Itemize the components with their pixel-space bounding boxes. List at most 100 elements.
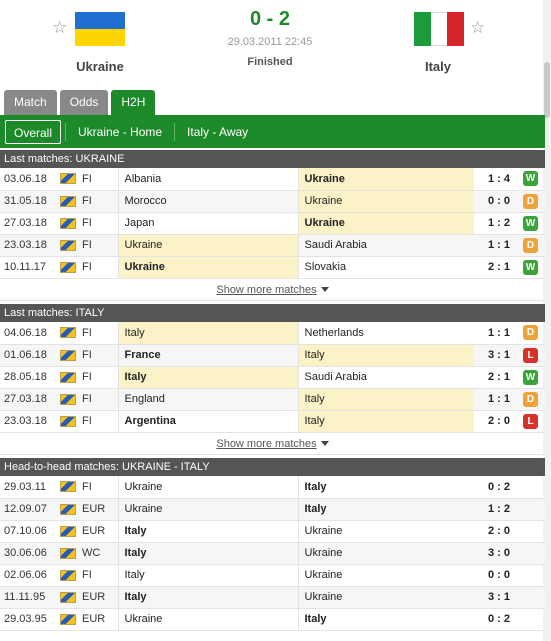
subtab-overall[interactable]: Overall xyxy=(5,119,62,144)
match-result-score: 2 : 1 xyxy=(474,366,516,389)
competition-code: FI xyxy=(82,190,118,213)
match-row[interactable]: 31.05.18 FI Morocco Ukraine 0 : 0 D xyxy=(0,190,545,213)
match-date: 27.03.18 xyxy=(0,388,60,411)
competition-flag-icon xyxy=(60,476,82,499)
result-badge: D xyxy=(523,237,538,253)
competition-code: FI xyxy=(82,388,118,411)
away-team-name[interactable]: Italy xyxy=(388,59,488,74)
home-team: Albania xyxy=(117,168,298,191)
competition-flag-icon xyxy=(60,410,82,433)
match-date: 29.03.11 xyxy=(0,476,60,499)
result-badge: D xyxy=(516,388,545,411)
result-badge: D xyxy=(516,234,545,257)
match-date: 23.03.18 xyxy=(0,410,60,433)
tab-match[interactable]: Match xyxy=(4,90,57,115)
show-more-matches-link[interactable]: Show more matches xyxy=(0,279,545,301)
home-team: Italy xyxy=(117,366,298,389)
competition-code: EUR xyxy=(82,520,118,543)
competition-code: EUR xyxy=(82,608,118,631)
match-row[interactable]: 07.10.06 EUR Italy Ukraine 2 : 0 xyxy=(0,520,545,543)
match-date: 02.06.06 xyxy=(0,564,60,587)
matches-table: 29.03.11 FI Ukraine Italy 0 : 2 12.09.07 EUR Uk… xyxy=(0,476,545,631)
competition-flag-icon xyxy=(60,415,76,427)
home-team: England xyxy=(117,388,298,411)
match-date: 10.11.17 xyxy=(0,256,60,279)
competition-code: FI xyxy=(82,410,118,433)
section-head-to-head: Head-to-head matches: UKRAINE - ITALY 29… xyxy=(0,458,545,631)
match-row[interactable]: 01.06.18 FI France Italy 3 : 1 L xyxy=(0,344,545,367)
section-title: Last matches: ITALY xyxy=(0,304,545,322)
result-badge: W xyxy=(523,215,538,231)
match-result-score: 1 : 1 xyxy=(474,322,516,345)
match-row[interactable]: 23.03.18 FI Ukraine Saudi Arabia 1 : 1 D xyxy=(0,234,545,257)
competition-code: FI xyxy=(82,366,118,389)
away-team: Italy xyxy=(297,388,474,411)
match-row[interactable]: 27.03.18 FI England Italy 1 : 1 D xyxy=(0,388,545,411)
section-title: Last matches: UKRAINE xyxy=(0,150,545,168)
away-team: Ukraine xyxy=(297,586,474,609)
competition-flag-icon xyxy=(60,481,76,493)
away-team: Slovakia xyxy=(297,256,474,279)
result-badge: W xyxy=(523,369,538,385)
show-more-matches-link[interactable]: Show more matches xyxy=(0,433,545,455)
home-team: Ukraine xyxy=(117,608,298,631)
match-date: 31.05.18 xyxy=(0,190,60,213)
competition-code: FI xyxy=(82,476,118,499)
home-team: Italy xyxy=(117,564,298,587)
tab-h2h[interactable]: H2H xyxy=(111,90,156,115)
main-tabs: Match Odds H2H xyxy=(4,90,156,115)
result-badge: L xyxy=(516,344,545,367)
match-result-score: 1 : 1 xyxy=(474,388,516,411)
match-row[interactable]: 02.06.06 FI Italy Ukraine 0 : 0 xyxy=(0,564,545,587)
match-row[interactable]: 04.06.18 FI Italy Netherlands 1 : 1 D xyxy=(0,322,545,345)
away-team: Ukraine xyxy=(297,212,474,235)
match-date: 29.03.95 xyxy=(0,608,60,631)
match-row[interactable]: 03.06.18 FI Albania Ukraine 1 : 4 W xyxy=(0,168,545,191)
competition-code: FI xyxy=(82,322,118,345)
match-row[interactable]: 12.09.07 EUR Ukraine Italy 1 : 2 xyxy=(0,498,545,521)
competition-flag-icon xyxy=(60,173,76,185)
match-row[interactable]: 28.05.18 FI Italy Saudi Arabia 2 : 1 W xyxy=(0,366,545,389)
match-result-score: 0 : 2 xyxy=(474,608,516,631)
scrollbar-thumb[interactable] xyxy=(544,62,550,118)
result-badge: L xyxy=(523,413,538,429)
result-badge xyxy=(516,608,545,631)
match-date: 03.06.18 xyxy=(0,168,60,191)
competition-flag-icon xyxy=(60,344,82,367)
match-row[interactable]: 10.11.17 FI Ukraine Slovakia 2 : 1 W xyxy=(0,256,545,279)
match-result-score: 2 : 1 xyxy=(474,256,516,279)
competition-flag-icon xyxy=(60,613,76,625)
result-badge: D xyxy=(516,322,545,345)
match-row[interactable]: 27.03.18 FI Japan Ukraine 1 : 2 W xyxy=(0,212,545,235)
match-result-score: 3 : 1 xyxy=(474,344,516,367)
subtab-away[interactable]: Italy - Away xyxy=(179,120,256,144)
favorite-star-icon-away[interactable]: ☆ xyxy=(470,18,485,38)
italy-flag-icon xyxy=(414,12,465,46)
competition-flag-icon xyxy=(60,239,76,251)
home-team: Italy xyxy=(117,586,298,609)
home-team: Ukraine xyxy=(117,256,298,279)
competition-flag-icon xyxy=(60,586,82,609)
match-row[interactable]: 23.03.18 FI Argentina Italy 2 : 0 L xyxy=(0,410,545,433)
match-date: 28.05.18 xyxy=(0,366,60,389)
competition-flag-icon xyxy=(60,569,76,581)
competition-flag-icon xyxy=(60,608,82,631)
match-date: 23.03.18 xyxy=(0,234,60,257)
match-row[interactable]: 29.03.11 FI Ukraine Italy 0 : 2 xyxy=(0,476,545,499)
h2h-subtabs: Overall Ukraine - Home Italy - Away xyxy=(0,115,545,148)
competition-code: FI xyxy=(82,344,118,367)
match-row[interactable]: 11.11.95 EUR Italy Ukraine 3 : 1 xyxy=(0,586,545,609)
competition-flag-icon xyxy=(60,349,76,361)
match-row[interactable]: 29.03.95 EUR Ukraine Italy 0 : 2 xyxy=(0,608,545,631)
result-badge: D xyxy=(523,193,538,209)
tab-odds[interactable]: Odds xyxy=(59,90,109,115)
result-badge xyxy=(516,476,545,499)
competition-flag-icon xyxy=(60,256,82,279)
match-result-score: 2 : 0 xyxy=(474,520,516,543)
match-row[interactable]: 30.06.06 WC Italy Ukraine 3 : 0 xyxy=(0,542,545,565)
subtab-home[interactable]: Ukraine - Home xyxy=(70,120,170,144)
result-badge: W xyxy=(523,259,538,275)
match-date: 30.06.06 xyxy=(0,542,60,565)
section-last-italy: Last matches: ITALY 04.06.18 FI Italy Nethe… xyxy=(0,304,545,455)
home-team: Morocco xyxy=(117,190,298,213)
